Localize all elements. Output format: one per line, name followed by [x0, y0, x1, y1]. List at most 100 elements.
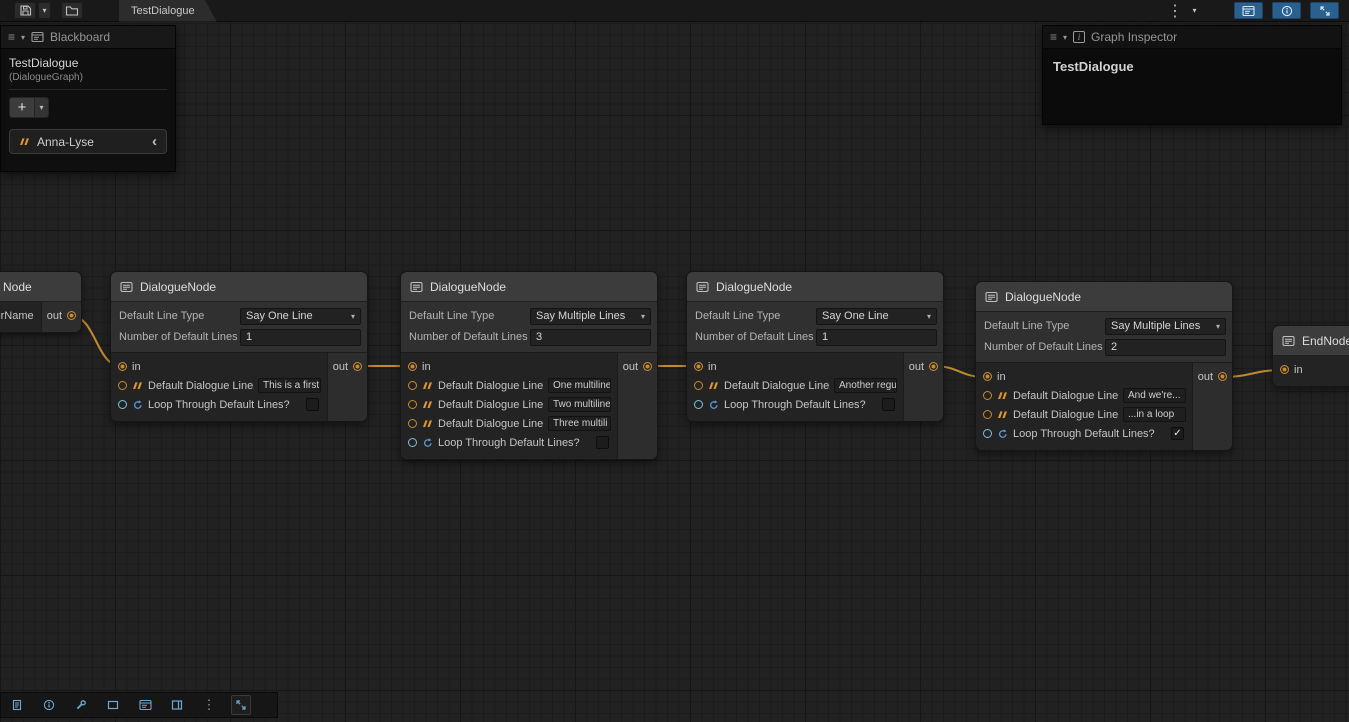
- port-connector-icon[interactable]: [353, 362, 362, 371]
- node-title-bar[interactable]: DialogueNode: [976, 282, 1232, 312]
- port-connector-icon[interactable]: [118, 381, 127, 390]
- output-port-out[interactable]: out: [904, 357, 938, 376]
- input-port-in[interactable]: in: [976, 367, 1192, 386]
- dialogue-line-input[interactable]: One multiline: [548, 378, 611, 393]
- line-type-dropdown[interactable]: Say One Line ▾: [240, 308, 361, 325]
- port-connector-icon[interactable]: [67, 311, 76, 320]
- toggle-blackboard-button[interactable]: [1234, 2, 1263, 19]
- input-port-in[interactable]: in: [401, 357, 617, 376]
- collapse-arrow-icon[interactable]: ▾: [21, 33, 25, 42]
- input-port-loop[interactable]: Loop Through Default Lines?: [111, 395, 327, 414]
- open-asset-button[interactable]: [61, 2, 83, 19]
- input-port-dialogue-line-2[interactable]: Default Dialogue Line 2 ...in a loop: [976, 405, 1192, 424]
- graph-tab[interactable]: TestDialogue: [119, 0, 217, 22]
- port-connector-icon[interactable]: [983, 410, 992, 419]
- dialogue-line-input[interactable]: Two multiline: [548, 397, 611, 412]
- add-property-button[interactable]: +: [9, 97, 35, 118]
- expand-chevron-icon[interactable]: ‹: [152, 134, 157, 149]
- blackboard-header[interactable]: ≡ ▾ Blackboard: [1, 26, 175, 49]
- save-options-button[interactable]: ▾: [38, 2, 51, 19]
- dialogue-node-3[interactable]: DialogueNode Default Line Type Say One L…: [686, 271, 944, 422]
- window-button[interactable]: [103, 695, 123, 715]
- port-connector-icon[interactable]: [983, 372, 992, 381]
- input-port-dialogue-line[interactable]: Default Dialogue Line This is a first: [111, 376, 327, 395]
- input-port-dialogue-line-3[interactable]: Default Dialogue Line 3 Three multili: [401, 414, 617, 433]
- drag-handle-icon[interactable]: ≡: [8, 31, 15, 43]
- toggle-inspector-button[interactable]: [1272, 2, 1301, 19]
- input-port-dialogue-line-2[interactable]: Default Dialogue Line 2 Two multiline: [401, 395, 617, 414]
- input-port-dialogue-line-1[interactable]: Default Dialogue Line 1 One multiline: [401, 376, 617, 395]
- input-port-loop[interactable]: Loop Through Default Lines?: [401, 433, 617, 452]
- graph-canvas[interactable]: Node kerName out DialogueNode Default: [0, 0, 1349, 722]
- node-title-bar[interactable]: DialogueNode: [111, 272, 367, 302]
- port-connector-icon[interactable]: [408, 400, 417, 409]
- number-of-lines-field[interactable]: 2: [1105, 339, 1226, 356]
- collapse-arrow-icon[interactable]: ▾: [1063, 33, 1067, 42]
- output-property-row[interactable]: kerName: [0, 306, 41, 325]
- input-port-loop[interactable]: Loop Through Default Lines? ✓: [976, 424, 1192, 443]
- port-connector-icon[interactable]: [1280, 365, 1289, 374]
- port-connector-icon[interactable]: [694, 381, 703, 390]
- drag-handle-icon[interactable]: ≡: [1050, 31, 1057, 43]
- output-port-out[interactable]: out: [1193, 367, 1227, 386]
- dialogue-line-input[interactable]: This is a first: [258, 378, 321, 393]
- end-node[interactable]: EndNode in: [1272, 325, 1349, 387]
- output-port-out[interactable]: out: [42, 306, 76, 325]
- dialogue-line-input[interactable]: ...in a loop: [1123, 407, 1186, 422]
- file-panel-button[interactable]: [7, 695, 27, 715]
- input-port-in[interactable]: in: [687, 357, 903, 376]
- dialogue-node-4[interactable]: DialogueNode Default Line Type Say Multi…: [975, 281, 1233, 451]
- dialogue-line-input[interactable]: Three multili: [548, 416, 611, 431]
- node-title-bar[interactable]: Node: [0, 272, 81, 302]
- port-connector-icon[interactable]: [118, 362, 127, 371]
- port-connector-icon[interactable]: [118, 400, 127, 409]
- input-port-loop[interactable]: Loop Through Default Lines?: [687, 395, 903, 414]
- port-connector-icon[interactable]: [1218, 372, 1227, 381]
- tools-button[interactable]: [71, 695, 91, 715]
- port-connector-icon[interactable]: [929, 362, 938, 371]
- port-connector-icon[interactable]: [983, 429, 992, 438]
- more-options-button[interactable]: ⋮: [1164, 2, 1186, 19]
- fullscreen-button[interactable]: [231, 695, 251, 715]
- line-type-dropdown[interactable]: Say One Line ▾: [816, 308, 937, 325]
- input-port-in[interactable]: in: [111, 357, 327, 376]
- node-title-bar[interactable]: EndNode: [1273, 326, 1349, 356]
- input-port-in[interactable]: in: [1273, 360, 1349, 379]
- dialogue-line-input[interactable]: And we're...: [1123, 388, 1186, 403]
- port-connector-icon[interactable]: [408, 419, 417, 428]
- output-port-out[interactable]: out: [618, 357, 652, 376]
- node-title-bar[interactable]: DialogueNode: [401, 272, 657, 302]
- dialogue-node-2[interactable]: DialogueNode Default Line Type Say Multi…: [400, 271, 658, 460]
- number-of-lines-field[interactable]: 1: [240, 329, 361, 346]
- panel-toggle-button[interactable]: [167, 695, 187, 715]
- dialogue-line-input[interactable]: Another regu: [834, 378, 897, 393]
- number-of-lines-field[interactable]: 3: [530, 329, 651, 346]
- loop-checkbox[interactable]: ✓: [1171, 427, 1184, 440]
- blackboard-field-anna-lyse[interactable]: Anna-Lyse ‹: [9, 129, 167, 154]
- port-connector-icon[interactable]: [408, 438, 417, 447]
- dialogue-node-1[interactable]: DialogueNode Default Line Type Say One L…: [110, 271, 368, 422]
- port-connector-icon[interactable]: [643, 362, 652, 371]
- number-of-lines-field[interactable]: 1: [816, 329, 937, 346]
- node-title-bar[interactable]: DialogueNode: [687, 272, 943, 302]
- blackboard-panel[interactable]: ≡ ▾ Blackboard TestDialogue (DialogueGra…: [0, 25, 176, 172]
- input-port-dialogue-line[interactable]: Default Dialogue Line Another regu: [687, 376, 903, 395]
- graph-inspector-header[interactable]: ≡ ▾ i Graph Inspector: [1043, 26, 1341, 49]
- graph-inspector-panel[interactable]: ≡ ▾ i Graph Inspector TestDialogue: [1042, 25, 1342, 125]
- toggle-fullscreen-button[interactable]: [1310, 2, 1339, 19]
- port-connector-icon[interactable]: [983, 391, 992, 400]
- start-node[interactable]: Node kerName out: [0, 271, 82, 333]
- more-options-arrow[interactable]: ▾: [1188, 2, 1201, 19]
- blackboard-panel-button[interactable]: [135, 695, 155, 715]
- output-port-out[interactable]: out: [328, 357, 362, 376]
- more-options-button[interactable]: ⋮: [199, 695, 219, 715]
- add-property-dropdown-arrow[interactable]: ▾: [35, 97, 49, 118]
- inspector-panel-button[interactable]: [39, 695, 59, 715]
- loop-checkbox[interactable]: [596, 436, 609, 449]
- line-type-dropdown[interactable]: Say Multiple Lines ▾: [1105, 318, 1226, 335]
- loop-checkbox[interactable]: [882, 398, 895, 411]
- loop-checkbox[interactable]: [306, 398, 319, 411]
- port-connector-icon[interactable]: [694, 362, 703, 371]
- input-port-dialogue-line-1[interactable]: Default Dialogue Line 1 And we're...: [976, 386, 1192, 405]
- line-type-dropdown[interactable]: Say Multiple Lines ▾: [530, 308, 651, 325]
